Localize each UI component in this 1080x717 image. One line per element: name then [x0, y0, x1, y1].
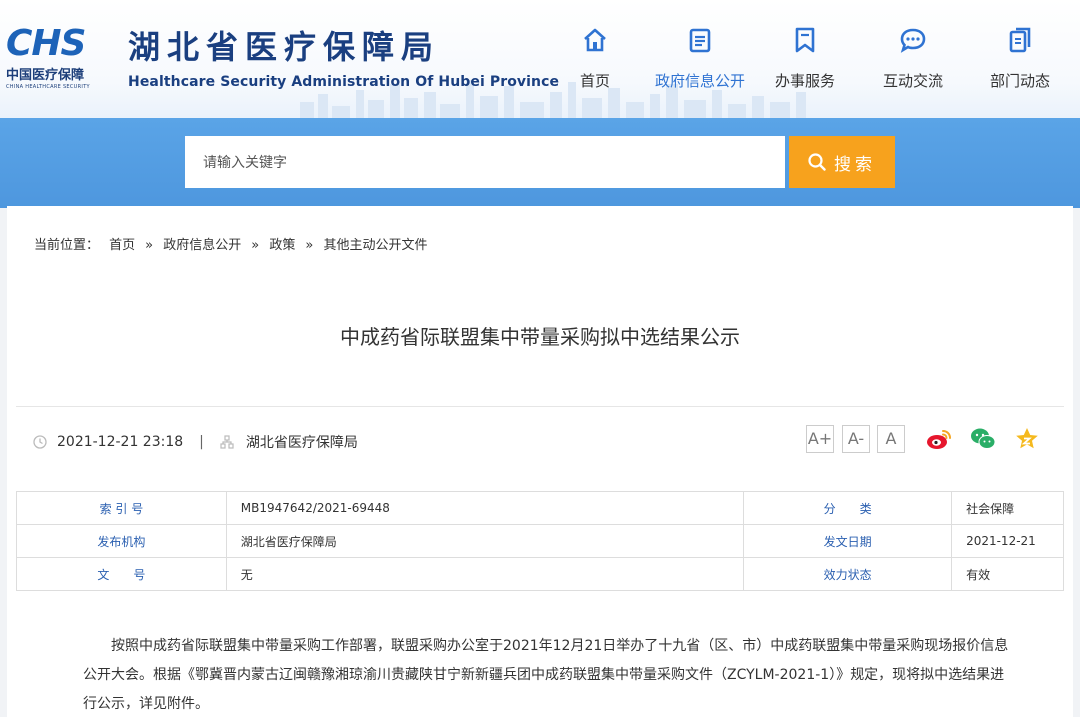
search-band: 搜索	[0, 118, 1080, 208]
table-row: 发布机构 湖北省医疗保障局 发文日期 2021-12-21	[16, 524, 1064, 558]
search-button[interactable]: 搜索	[789, 136, 895, 188]
site-title-en: Healthcare Security Administration Of Hu…	[128, 74, 560, 90]
weibo-icon[interactable]	[925, 425, 953, 453]
home-icon	[584, 28, 606, 52]
table-row: 索 引 号 MB1947642/2021-69448 分 类 社会保障	[16, 491, 1064, 525]
nav-label-dept-news: 部门动态	[989, 72, 1050, 90]
info-value: 湖北省医疗保障局	[225, 524, 745, 558]
article-source: 湖北省医疗保障局	[245, 435, 358, 451]
info-value: 社会保障	[951, 491, 1064, 525]
breadcrumb-item-policy[interactable]: 政策	[269, 238, 295, 253]
logo-cn-text: 中国医疗保障	[6, 68, 85, 83]
site-header: CHS 中国医疗保障 CHINA HEALTHCARE SECURITY 湖北省…	[0, 0, 1080, 118]
table-row: 文 号 无 效力状态 有效	[16, 557, 1064, 591]
publish-datetime: 2021-12-21 23:18	[57, 434, 184, 450]
chs-logo[interactable]: CHS 中国医疗保障 CHINA HEALTHCARE SECURITY	[6, 26, 118, 92]
clock-icon	[33, 435, 47, 449]
article-title: 中成药省际联盟集中带量采购拟中选结果公示	[340, 325, 740, 349]
info-value: 有效	[951, 557, 1064, 591]
wechat-icon[interactable]	[969, 425, 997, 453]
info-label: 发文日期	[743, 524, 953, 558]
nav-item-gov-info[interactable]: 政府信息公开	[650, 26, 750, 91]
divider	[16, 406, 1064, 407]
info-value: 无	[225, 557, 745, 591]
site-title-cn: 湖北省医疗保障局	[128, 28, 441, 66]
info-value: MB1947642/2021-69448	[225, 491, 745, 525]
breadcrumb: 当前位置： 首页 » 政府信息公开 » 政策 » 其他主动公开文件	[34, 234, 434, 253]
article-card: 当前位置： 首页 » 政府信息公开 » 政策 » 其他主动公开文件 中成药省际联盟集中…	[7, 206, 1073, 717]
font-increase-button[interactable]: A+	[806, 425, 834, 453]
nav-label-interaction: 互动交流	[882, 72, 943, 90]
info-label: 分 类	[743, 491, 953, 525]
nav-label-services: 办事服务	[774, 72, 835, 90]
search-icon	[808, 153, 826, 171]
breadcrumb-separator: »	[305, 238, 314, 253]
search-button-label: 搜索	[834, 154, 876, 174]
chat-bubble-icon	[900, 28, 926, 53]
breadcrumb-separator: »	[251, 238, 260, 253]
nav-item-services[interactable]: 办事服务	[755, 26, 855, 91]
meta-separator: |	[199, 434, 204, 450]
logo-en-text: CHINA HEALTHCARE SECURITY	[6, 84, 90, 90]
nav-label-gov-info: 政府信息公开	[654, 72, 745, 90]
breadcrumb-prefix: 当前位置：	[34, 238, 100, 253]
nav-item-interaction[interactable]: 互动交流	[863, 26, 963, 91]
article-body: 按照中成药省际联盟集中带量采购工作部署，联盟采购办公室于2021年12月21日举…	[83, 638, 1009, 712]
info-label: 索 引 号	[16, 491, 227, 525]
font-decrease-button[interactable]: A-	[842, 425, 870, 453]
article-meta: 2021-12-21 23:18 | 湖北省医疗保障局	[33, 432, 358, 452]
document-icon	[689, 28, 711, 53]
info-label: 发布机构	[16, 524, 227, 558]
nav-label-home: 首页	[579, 72, 610, 90]
favorite-star-icon[interactable]	[1013, 425, 1041, 453]
organization-icon	[220, 435, 234, 449]
breadcrumb-item-home[interactable]: 首页	[109, 238, 135, 253]
search-input[interactable]	[185, 136, 785, 188]
document-info-table: 索 引 号 MB1947642/2021-69448 分 类 社会保障 发布机构…	[16, 491, 1064, 591]
font-reset-button[interactable]: A	[877, 425, 905, 453]
pages-icon	[1009, 27, 1031, 53]
breadcrumb-separator: »	[145, 238, 154, 253]
info-label: 效力状态	[743, 557, 953, 591]
logo-mark: CHS	[6, 23, 86, 64]
info-label: 文 号	[16, 557, 227, 591]
nav-item-home[interactable]: 首页	[545, 26, 645, 91]
nav-item-dept-news[interactable]: 部门动态	[970, 26, 1070, 91]
info-value: 2021-12-21	[951, 524, 1064, 558]
bookmark-icon	[795, 27, 815, 53]
main-nav: 首页 政府信息公开 办事服务 互动交流 部门动态	[545, 26, 1075, 96]
breadcrumb-item-other-docs[interactable]: 其他主动公开文件	[324, 238, 428, 253]
breadcrumb-item-gov-info[interactable]: 政府信息公开	[163, 238, 241, 253]
